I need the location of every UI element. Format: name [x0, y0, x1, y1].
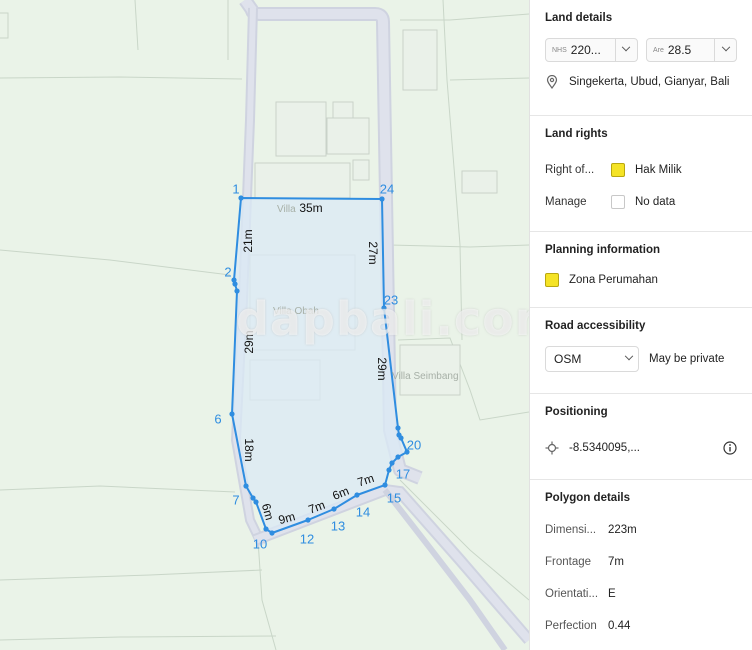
crosshair-icon — [545, 441, 559, 455]
coords-value: -8.5340095,... — [569, 442, 640, 454]
edge-length-label: 35m — [299, 201, 322, 215]
nhs-value: 220... — [570, 43, 601, 57]
planning-section: Planning information Zona Perumahan — [530, 232, 752, 308]
planning-title: Planning information — [545, 244, 660, 256]
polygon-vertex[interactable] — [398, 435, 404, 441]
edge-length-label: 29m — [375, 357, 389, 380]
perfection-label: Perfection — [545, 620, 597, 632]
manage-label: Manage — [545, 196, 587, 208]
nhs-select[interactable]: NHS 220... — [545, 38, 638, 62]
vertex-label: 1 — [232, 181, 239, 196]
polygon-vertex[interactable] — [269, 530, 275, 536]
coords-row: -8.5340095,... — [545, 432, 737, 464]
positioning-title: Positioning — [545, 406, 608, 418]
polygon-details-section: Polygon details Dimensi... 223m Frontage… — [530, 480, 752, 650]
polygon-vertex[interactable] — [331, 506, 337, 512]
watermark: dapbali.com — [236, 292, 529, 346]
polygon-vertex[interactable] — [386, 467, 392, 473]
are-select[interactable]: Are 28.5 — [645, 38, 737, 62]
location-row: Singekerta, Ubud, Gianyar, Bali — [545, 66, 737, 98]
location-text: Singekerta, Ubud, Gianyar, Bali — [569, 76, 730, 88]
zone-swatch — [545, 273, 559, 287]
polygon-vertex[interactable] — [395, 454, 401, 460]
location-pin-icon — [546, 75, 558, 89]
dimension-row: Dimensi... 223m — [545, 514, 737, 546]
polygon-vertex[interactable] — [389, 460, 395, 466]
vertex-label: 17 — [396, 466, 410, 481]
vertex-label: 10 — [253, 536, 267, 551]
chevron-down-icon[interactable] — [614, 39, 637, 61]
zone-row: Zona Perumahan — [545, 270, 737, 290]
polygon-vertex[interactable] — [379, 196, 385, 202]
road-source-value: OSM — [554, 352, 582, 366]
polygon-vertex[interactable] — [395, 425, 401, 431]
polygon-title: Polygon details — [545, 492, 630, 504]
orientation-row: Orientati... E — [545, 578, 737, 610]
map-view[interactable]: 35m 21m 27m 29m 29m 18m 6m 9m 7m 6m 7m 1 2 6 7 10 12 13 1… — [0, 0, 529, 650]
perfection-row: Perfection 0.44 — [545, 610, 737, 642]
orientation-value: E — [608, 588, 616, 600]
right-of-value: Hak Milik — [635, 164, 682, 176]
vertex-label: 14 — [356, 504, 370, 519]
land-rights-section: Land rights Right of... Hak Milik Manage… — [530, 116, 752, 232]
right-of-label: Right of... — [545, 164, 595, 176]
polygon-vertex[interactable] — [229, 411, 235, 417]
frontage-row: Frontage 7m — [545, 546, 737, 578]
vertex-label: 2 — [224, 264, 231, 279]
polygon-vertex[interactable] — [243, 483, 249, 489]
are-value: 28.5 — [667, 43, 692, 57]
road-source-select[interactable]: OSM — [545, 346, 639, 372]
road-section: Road accessibility OSM May be private — [530, 308, 752, 394]
orientation-label: Orientati... — [545, 588, 599, 600]
nhs-prefix: NHS — [552, 46, 567, 54]
edge-length-label: 21m — [241, 229, 255, 252]
polygon-vertex[interactable] — [231, 277, 237, 283]
positioning-section: Positioning -8.5340095,... — [530, 394, 752, 480]
dimension-value: 223m — [608, 524, 637, 536]
vertex-label: 15 — [387, 490, 401, 505]
details-panel: Land details NHS 220... Are 28.5 Singeke… — [529, 0, 752, 650]
right-of-row: Right of... Hak Milik — [545, 154, 737, 186]
vertex-label: 20 — [407, 437, 421, 452]
vertex-label: 6 — [214, 411, 221, 426]
vertex-label: 24 — [380, 181, 394, 196]
right-of-swatch — [611, 163, 625, 177]
place-label-villa-seimbang: Villa Seimbang — [392, 371, 459, 382]
frontage-label: Frontage — [545, 556, 592, 568]
road-note: May be private — [649, 353, 725, 365]
manage-value: No data — [635, 196, 676, 208]
manage-swatch — [611, 195, 625, 209]
polygon-vertex[interactable] — [354, 492, 360, 498]
place-label-villa: Villa — [277, 204, 296, 215]
vertex-label: 13 — [331, 518, 345, 533]
zone-value: Zona Perumahan — [569, 274, 658, 286]
chevron-down-icon[interactable] — [714, 39, 736, 61]
chevron-down-icon[interactable] — [620, 351, 638, 362]
polygon-vertex[interactable] — [305, 517, 311, 523]
land-details-section: Land details NHS 220... Are 28.5 Singeke… — [530, 0, 752, 116]
vertex-label: 7 — [232, 492, 239, 507]
perfection-value: 0.44 — [608, 620, 631, 632]
polygon-vertex[interactable] — [263, 526, 269, 532]
polygon-vertex[interactable] — [382, 482, 388, 488]
are-prefix: Are — [652, 46, 664, 54]
info-icon[interactable] — [723, 441, 737, 455]
dimension-label: Dimensi... — [545, 524, 597, 536]
vertex-label: 12 — [300, 531, 314, 546]
frontage-value: 7m — [608, 556, 624, 568]
edge-length-label: 18m — [242, 438, 256, 461]
land-rights-title: Land rights — [545, 128, 608, 140]
road-title: Road accessibility — [545, 320, 646, 332]
polygon-vertex[interactable] — [250, 495, 256, 501]
edge-length-label: 27m — [366, 241, 380, 264]
land-details-title: Land details — [545, 12, 613, 24]
manage-row: Manage No data — [545, 186, 737, 218]
